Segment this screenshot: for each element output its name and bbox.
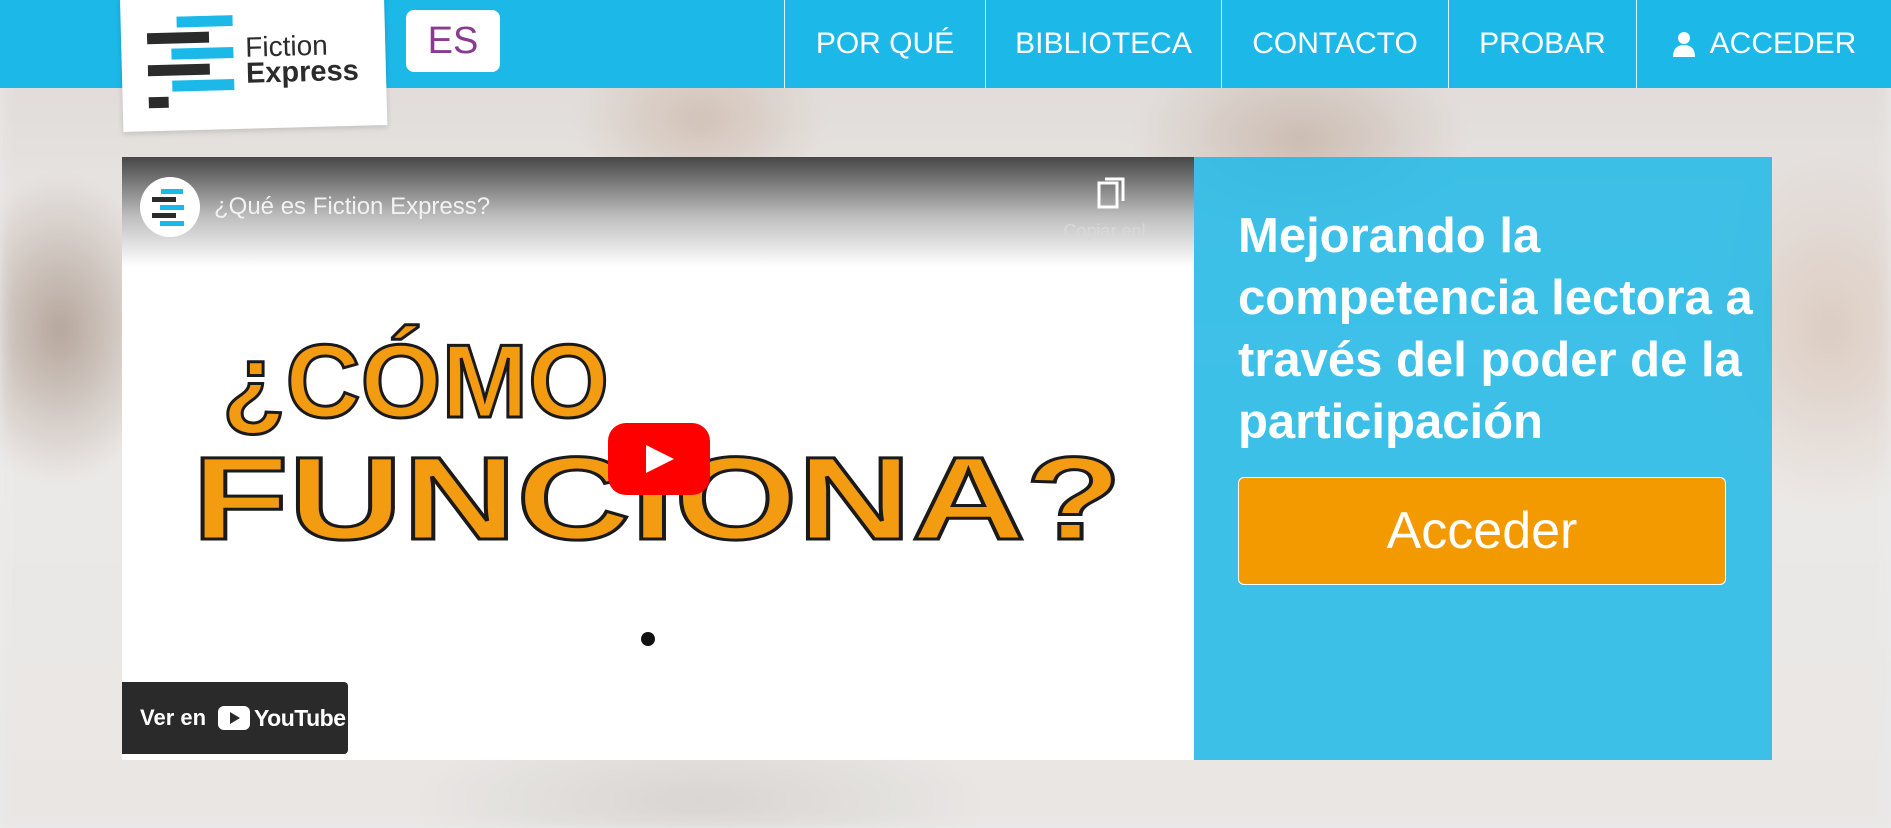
copy-link-button[interactable]: Copiar enl... [1042, 177, 1182, 257]
copy-icon [1097, 177, 1125, 209]
hero-panel: Mejorando la competencia lectora a travé… [1194, 157, 1772, 760]
video-progress-dot [641, 632, 655, 646]
channel-logo-icon [152, 189, 184, 226]
watch-on-label: Ver en [140, 705, 207, 730]
logo[interactable]: Fiction Express [120, 0, 388, 132]
language-selector[interactable]: ES [406, 10, 500, 72]
video-title[interactable]: ¿Qué es Fiction Express? [214, 193, 490, 221]
nav-item-acceder[interactable]: ACCEDER [1636, 0, 1891, 88]
nav-item-biblioteca[interactable]: BIBLIOTECA [985, 0, 1221, 88]
logo-word-2: Express [245, 54, 360, 90]
youtube-logo: YouTube [218, 704, 346, 732]
youtube-icon [218, 706, 251, 730]
nav-item-probar[interactable]: PROBAR [1448, 0, 1636, 88]
youtube-video-embed[interactable]: ¿CÓMO FUNCIONA? ¿Qué es Fiction Express?… [122, 157, 1194, 760]
watch-on-youtube-button[interactable]: Ver en YouTube [122, 682, 348, 754]
main-nav: POR QUÉ BIBLIOTECA CONTACTO PROBAR ACCED… [784, 0, 1891, 88]
hero-headline: Mejorando la competencia lectora a travé… [1238, 209, 1753, 449]
user-icon [1672, 32, 1695, 57]
nav-item-por-que[interactable]: POR QUÉ [784, 0, 985, 88]
top-navigation-bar: Fiction Express ES POR QUÉ BIBLIOTECA CO… [0, 0, 1891, 132]
channel-avatar[interactable] [140, 177, 200, 237]
nav-item-acceder-label: ACCEDER [1709, 27, 1857, 60]
graphic-line-1: ¿CÓMO [222, 324, 609, 440]
logo-mark-icon [146, 15, 235, 109]
play-icon [646, 445, 674, 473]
acceder-button[interactable]: Acceder [1238, 477, 1726, 585]
nav-item-contacto[interactable]: CONTACTO [1221, 0, 1448, 88]
play-button[interactable] [608, 423, 710, 495]
copy-link-label: Copiar enl... [1063, 221, 1161, 241]
youtube-wordmark: YouTube [254, 704, 346, 731]
logo-wordmark: Fiction Express [245, 30, 360, 90]
